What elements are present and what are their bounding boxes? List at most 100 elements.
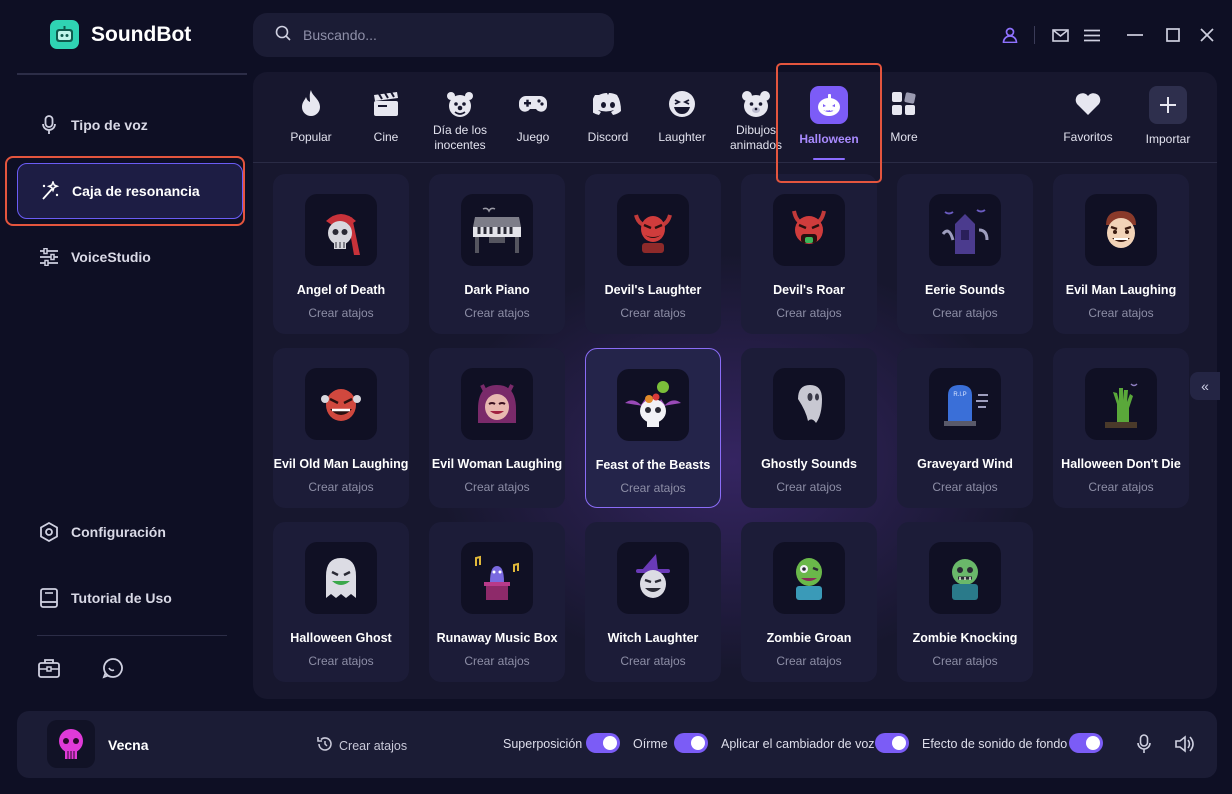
voice-changer-toggle[interactable] <box>875 733 909 753</box>
devil-icon <box>617 194 689 266</box>
sound-card-evil-man-laughing[interactable]: Evil Man Laughing Crear atajos <box>1053 174 1189 334</box>
zombie-hand-icon <box>1085 368 1157 440</box>
superposicion-toggle[interactable] <box>586 733 620 753</box>
sidebar-item-tipo-de-voz[interactable]: Tipo de voz <box>17 97 243 153</box>
mail-icon[interactable] <box>1050 25 1070 45</box>
chat-icon[interactable] <box>101 656 125 680</box>
plus-icon <box>1149 86 1187 124</box>
evil-woman-icon <box>461 368 533 440</box>
sliders-icon <box>39 247 59 267</box>
gamepad-icon <box>515 86 551 122</box>
sound-card-eerie-sounds[interactable]: Eerie Sounds Crear atajos <box>897 174 1033 334</box>
sound-card-zombie-groan[interactable]: Zombie Groan Crear atajos <box>741 522 877 682</box>
microphone-icon[interactable] <box>1134 734 1154 754</box>
sidebar-item-configuracion[interactable]: Configuración <box>17 504 243 560</box>
category-discord[interactable]: Discord <box>566 86 650 145</box>
sidebar-item-label: VoiceStudio <box>71 249 151 265</box>
sound-card-runaway-music-box[interactable]: Runaway Music Box Crear atajos <box>429 522 565 682</box>
sound-card-witch-laughter[interactable]: Witch Laughter Crear atajos <box>585 522 721 682</box>
oirme-toggle[interactable] <box>674 733 708 753</box>
toggle-label-efecto-fondo: Efecto de sonido de fondo <box>922 737 1068 751</box>
create-shortcut-button[interactable]: Crear atajos <box>316 735 407 756</box>
app-name: SoundBot <box>91 22 192 46</box>
active-tab-indicator <box>813 158 845 160</box>
sound-card-angel-of-death[interactable]: Angel of Death Crear atajos <box>273 174 409 334</box>
sound-card-halloween-dont-die[interactable]: Halloween Don't Die Crear atajos <box>1053 348 1189 508</box>
app-logo: SoundBot <box>50 20 191 49</box>
flame-icon <box>293 86 329 122</box>
reaper-icon <box>305 194 377 266</box>
category-dibujos-animados[interactable]: Dibujos animados <box>714 86 798 153</box>
halloween-ghost-icon <box>305 542 377 614</box>
category-dia-de-los-inocentes[interactable]: Día de los inocentes <box>418 86 502 153</box>
sidebar-divider <box>17 73 247 75</box>
sidebar-item-caja-de-resonancia[interactable]: Caja de resonancia <box>17 163 243 219</box>
bottom-bar: Vecna Crear atajos Superposición Oírme A… <box>17 711 1217 778</box>
sound-card-ghostly-sounds[interactable]: Ghostly Sounds Crear atajos <box>741 348 877 508</box>
discord-icon <box>590 86 626 122</box>
skull-icon <box>47 720 95 768</box>
background-effect-toggle[interactable] <box>1069 733 1103 753</box>
category-importar[interactable]: Importar <box>1126 86 1210 147</box>
collapse-panel-button[interactable]: « <box>1190 372 1220 400</box>
speaker-icon[interactable] <box>1174 734 1194 754</box>
sound-card-graveyard-wind[interactable]: R.I.P Graveyard Wind Crear atajos <box>897 348 1033 508</box>
toggle-label-cambiador: Aplicar el cambiador de voz <box>721 737 875 751</box>
toggle-label-superposicion: Superposición <box>503 737 583 751</box>
sidebar-item-voicestudio[interactable]: VoiceStudio <box>17 229 243 285</box>
haunted-house-icon <box>929 194 1001 266</box>
sound-card-zombie-knocking[interactable]: Zombie Knocking Crear atajos <box>897 522 1033 682</box>
sound-card-halloween-ghost[interactable]: Halloween Ghost Crear atajos <box>273 522 409 682</box>
sidebar-item-label: Tipo de voz <box>71 117 148 133</box>
search-icon <box>275 25 291 46</box>
minimize-icon[interactable] <box>1125 25 1145 45</box>
clapperboard-icon <box>368 86 404 122</box>
category-laughter[interactable]: Laughter <box>640 86 724 145</box>
sidebar-bottom-divider <box>37 635 227 636</box>
sound-card-devils-roar[interactable]: Devil's Roar Crear atajos <box>741 174 877 334</box>
sound-card-devils-laughter[interactable]: Devil's Laughter Crear atajos <box>585 174 721 334</box>
category-popular[interactable]: Popular <box>269 86 353 145</box>
refresh-icon <box>316 735 334 756</box>
bear-icon <box>738 86 774 122</box>
maximize-icon[interactable] <box>1163 25 1183 45</box>
user-icon[interactable] <box>1000 25 1020 45</box>
sound-card-feast-of-the-beasts[interactable]: Feast of the Beasts Crear atajos <box>585 348 721 508</box>
gear-icon <box>39 522 59 542</box>
search-input[interactable] <box>303 27 583 43</box>
ghost-icon <box>773 368 845 440</box>
menu-icon[interactable] <box>1082 25 1102 45</box>
devil-roar-icon <box>773 194 845 266</box>
category-bar: Popular Cine Día de los inocentes Juego … <box>253 72 1217 163</box>
category-juego[interactable]: Juego <box>491 86 575 145</box>
zombie-knocking-icon <box>929 542 1001 614</box>
zombie-icon <box>773 542 845 614</box>
laughing-face-icon <box>664 86 700 122</box>
robot-logo-icon <box>50 20 79 49</box>
clown-icon <box>442 86 478 122</box>
sound-card-evil-woman-laughing[interactable]: Evil Woman Laughing Crear atajos <box>429 348 565 508</box>
soundboard-panel: Popular Cine Día de los inocentes Juego … <box>253 72 1217 699</box>
skull-bat-icon <box>617 369 689 441</box>
sound-card-evil-old-man-laughing[interactable]: Evil Old Man Laughing Crear atajos <box>273 348 409 508</box>
double-chevron-left-icon: « <box>1201 378 1209 394</box>
search-bar[interactable] <box>253 13 614 57</box>
piano-icon <box>461 194 533 266</box>
sidebar-item-tutorial[interactable]: Tutorial de Uso <box>17 570 243 626</box>
grid-icon <box>886 86 922 122</box>
witch-icon <box>617 542 689 614</box>
microphone-icon <box>39 115 59 135</box>
topbar-separator <box>1034 26 1035 44</box>
magic-wand-icon <box>40 181 60 201</box>
tombstone-icon: R.I.P <box>929 368 1001 440</box>
category-favoritos[interactable]: Favoritos <box>1046 86 1130 145</box>
close-icon[interactable] <box>1197 25 1217 45</box>
category-cine[interactable]: Cine <box>344 86 428 145</box>
category-more[interactable]: More <box>862 86 946 145</box>
sound-card-dark-piano[interactable]: Dark Piano Crear atajos <box>429 174 565 334</box>
current-voice-name: Vecna <box>108 737 149 753</box>
toolbox-icon[interactable] <box>37 656 61 680</box>
category-halloween[interactable]: Halloween <box>787 86 871 147</box>
old-man-icon <box>305 368 377 440</box>
toggle-label-oirme: Oírme <box>633 737 668 751</box>
